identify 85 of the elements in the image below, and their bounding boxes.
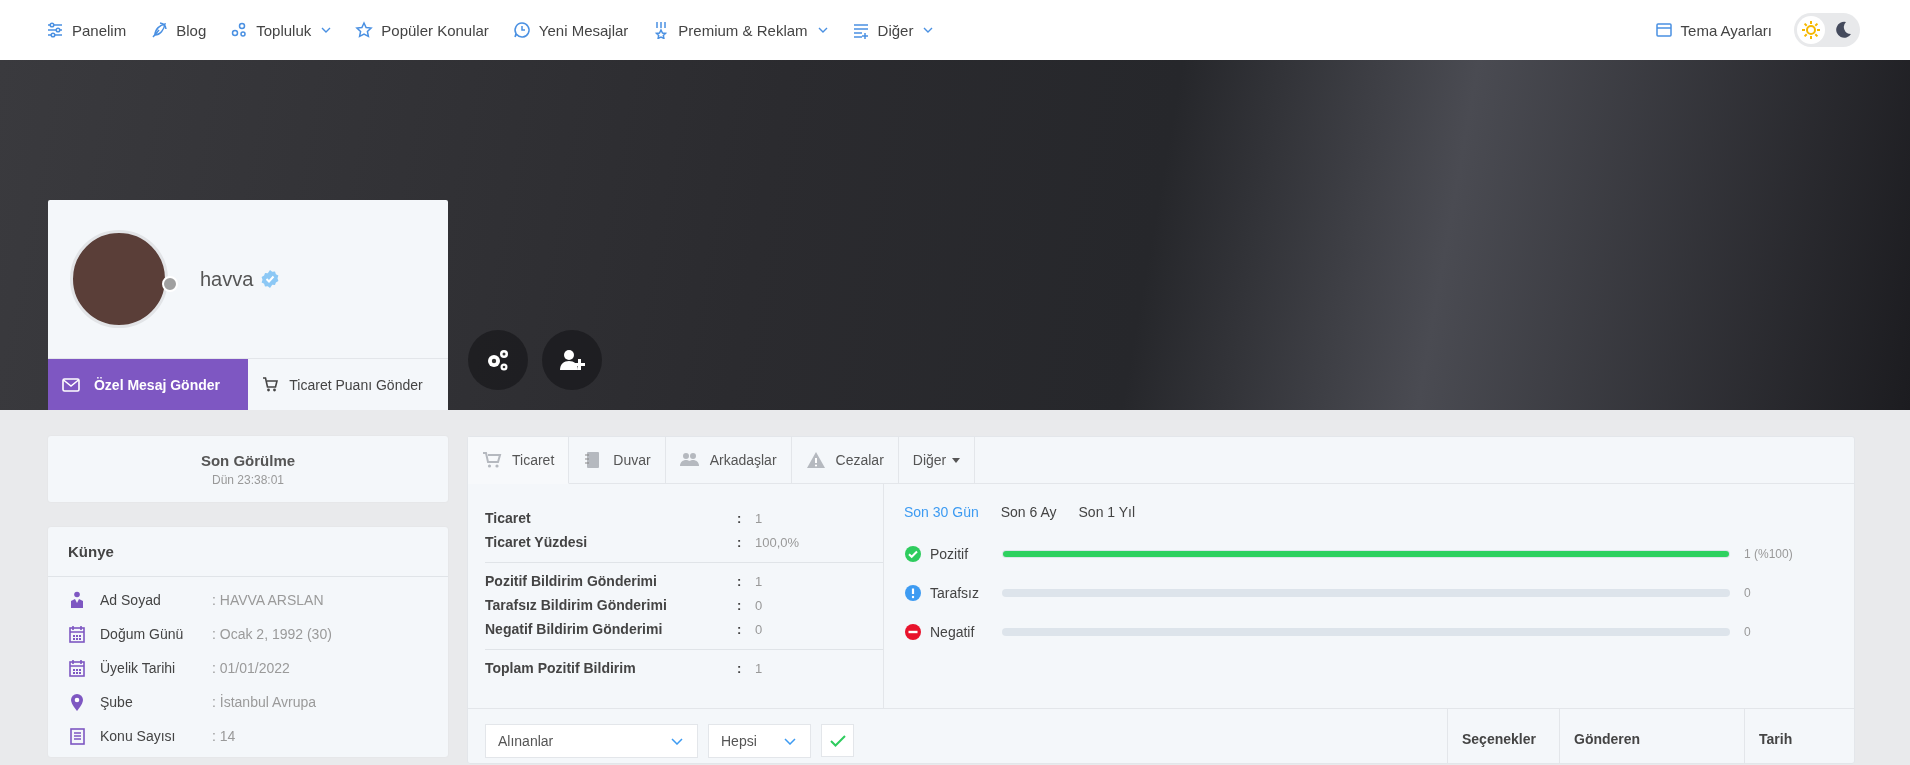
chevron-down-icon bbox=[671, 737, 683, 745]
period-tab[interactable]: Son 6 Ay bbox=[1000, 504, 1057, 520]
stat-label: Pozitif Bildirim Gönderimi bbox=[485, 573, 658, 589]
column-header: Tarih bbox=[1744, 709, 1854, 763]
chevron-down-icon bbox=[784, 737, 796, 745]
filter-dropdown[interactable]: Hepsi bbox=[708, 724, 811, 758]
clock-icon bbox=[512, 21, 531, 39]
person-icon bbox=[68, 591, 86, 609]
last-seen-value: Dün 23:38:01 bbox=[211, 472, 285, 487]
bubbles-icon bbox=[230, 21, 249, 39]
star-icon bbox=[355, 21, 374, 39]
document-icon bbox=[68, 727, 86, 745]
stat-value: 1 bbox=[755, 660, 763, 676]
info-label: Üyelik Tarihi bbox=[100, 660, 177, 676]
profile-tab[interactable]: Ticaret bbox=[468, 437, 570, 484]
info-value: : Ocak 2, 1992 (30) bbox=[212, 626, 332, 642]
check-icon bbox=[829, 734, 846, 747]
profile-tab[interactable]: Cezalar bbox=[791, 437, 899, 484]
calendar-icon bbox=[68, 659, 86, 677]
theme-settings-link[interactable]: Tema Ayarları bbox=[1654, 21, 1772, 39]
nav-link[interactable]: Topluluk bbox=[230, 21, 332, 39]
users-icon bbox=[679, 451, 700, 469]
profile-action-button[interactable]: Özel Mesaj Gönder bbox=[48, 359, 248, 410]
envelope-icon bbox=[62, 377, 80, 392]
check-circle-icon bbox=[904, 544, 922, 563]
stat-value: 1 bbox=[755, 573, 763, 589]
calendar-icon bbox=[68, 625, 86, 643]
info-label: Şube bbox=[100, 694, 134, 710]
profile-tab[interactable]: Diğer bbox=[898, 437, 976, 484]
sliders-icon bbox=[46, 21, 64, 39]
column-header: Seçenekler bbox=[1447, 709, 1559, 763]
colon-separator: : bbox=[737, 597, 743, 613]
profile-tab[interactable]: Duvar bbox=[569, 437, 666, 484]
nav-link[interactable]: Diğer bbox=[851, 21, 934, 39]
stat-value: 1 bbox=[755, 510, 763, 526]
list-icon bbox=[851, 21, 870, 39]
exclamation-circle-icon bbox=[904, 583, 922, 602]
info-value: : 01/01/2022 bbox=[212, 660, 290, 676]
nav-link[interactable]: Premium & Reklam bbox=[652, 21, 828, 39]
info-label: Ad Soyad bbox=[100, 592, 162, 608]
warning-icon bbox=[805, 451, 826, 469]
cart-icon bbox=[482, 451, 502, 469]
map-pin-icon bbox=[68, 693, 86, 711]
colon-separator: : bbox=[737, 573, 743, 589]
filter-dropdown[interactable]: Alınanlar bbox=[485, 724, 698, 758]
stat-value: 0 bbox=[755, 597, 763, 613]
column-header: Gönderen bbox=[1559, 709, 1744, 763]
colon-separator: : bbox=[737, 621, 743, 637]
colon-separator: : bbox=[737, 660, 743, 676]
nav-link[interactable]: Panelim bbox=[46, 21, 127, 39]
gears-icon bbox=[485, 348, 511, 372]
info-value: : İstanbul Avrupa bbox=[212, 694, 317, 710]
info-card-title: Künye bbox=[48, 527, 448, 577]
nav-link[interactable]: Popüler Konular bbox=[355, 21, 489, 39]
stat-value: 100,0% bbox=[755, 534, 800, 550]
user-plus-icon bbox=[559, 348, 585, 372]
stat-label: Ticaret bbox=[485, 510, 532, 526]
rating-count: 0 bbox=[1744, 624, 1751, 639]
colon-separator: : bbox=[737, 534, 743, 550]
stat-label: Toplam Pozitif Bildirim bbox=[485, 660, 637, 676]
info-value: : HAVVA ARSLAN bbox=[212, 592, 324, 608]
colon-separator: : bbox=[737, 510, 743, 526]
rating-label: Tarafsız bbox=[930, 584, 980, 601]
last-seen-title: Son Görülme bbox=[200, 451, 296, 469]
info-label: Konu Sayısı bbox=[100, 728, 177, 744]
rating-count: 0 bbox=[1744, 585, 1751, 600]
nav-link[interactable]: Blog bbox=[150, 21, 207, 39]
info-label: Doğum Günü bbox=[100, 626, 185, 642]
info-value: : 14 bbox=[212, 728, 236, 744]
rating-count: 1 (%100) bbox=[1744, 546, 1793, 561]
window-icon bbox=[1654, 21, 1673, 39]
minus-circle-icon bbox=[904, 622, 922, 641]
stat-value: 0 bbox=[755, 621, 763, 637]
cart-icon bbox=[262, 377, 278, 392]
rating-label: Negatif bbox=[930, 623, 976, 640]
theme-toggle[interactable] bbox=[1794, 13, 1860, 47]
stat-label: Negatif Bildirim Gönderimi bbox=[485, 621, 664, 637]
profile-tab[interactable]: Arkadaşlar bbox=[665, 437, 792, 484]
username: havva bbox=[200, 267, 254, 291]
rating-label: Pozitif bbox=[930, 545, 970, 562]
feather-icon bbox=[150, 21, 169, 39]
stat-label: Tarafsız Bildirim Gönderimi bbox=[485, 597, 668, 613]
period-tab[interactable]: Son 1 Yıl bbox=[1078, 504, 1136, 520]
stat-label: Ticaret Yüzdesi bbox=[485, 534, 589, 550]
nav-link[interactable]: Yeni Mesajlar bbox=[512, 21, 629, 39]
